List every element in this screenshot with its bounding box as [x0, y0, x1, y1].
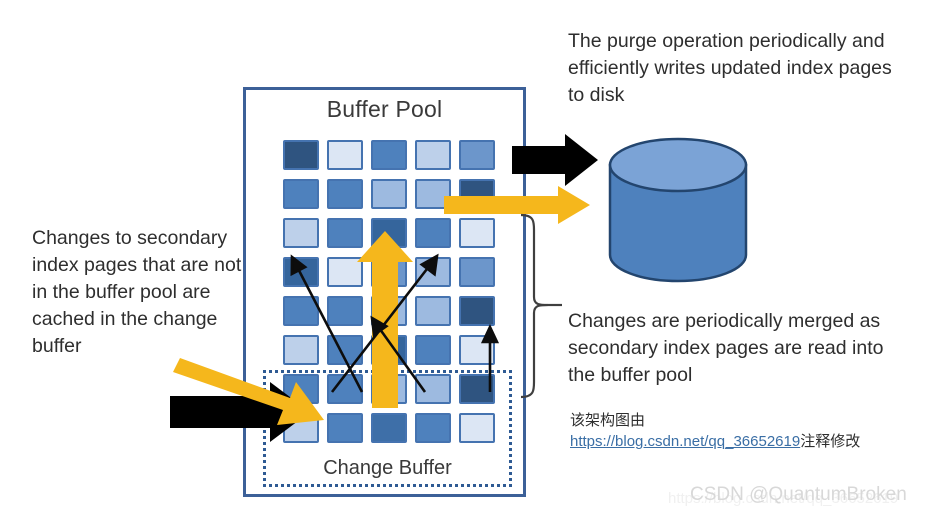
watermark-author: CSDN @QuantumBroken	[690, 484, 907, 505]
page-cell	[371, 218, 407, 248]
page-cell	[371, 257, 407, 287]
page-cell	[459, 257, 495, 287]
page-cell	[415, 179, 451, 209]
change-buffer-title: Change Buffer	[323, 457, 452, 479]
page-cell	[415, 218, 451, 248]
disk-cylinder-icon	[608, 137, 748, 283]
page-cell	[327, 140, 363, 170]
page-cell	[283, 296, 319, 326]
page-cell	[283, 140, 319, 170]
page-cell	[371, 335, 407, 365]
page-cell	[371, 296, 407, 326]
credit-suffix: 注释修改	[800, 433, 861, 450]
buffer-pool-title: Buffer Pool	[326, 96, 443, 122]
page-cell	[283, 218, 319, 248]
credit-link[interactable]: https://blog.csdn.net/qq_36652619	[570, 433, 800, 450]
page-cell	[459, 179, 495, 209]
page-cell	[327, 335, 363, 365]
credit-block: 该架构图由 https://blog.csdn.net/qq_36652619注…	[570, 410, 860, 452]
annotation-changes-cached: Changes to secondary index pages that ar…	[32, 227, 242, 357]
page-cell	[327, 179, 363, 209]
annotation-purge: The purge operation periodically and eff…	[568, 30, 892, 106]
page-cell	[459, 218, 495, 248]
page-cell	[415, 140, 451, 170]
page-cell	[415, 296, 451, 326]
page-cell	[371, 140, 407, 170]
page-cell	[371, 179, 407, 209]
credit-prefix: 该架构图由	[570, 412, 646, 429]
annotation-merged: Changes are periodically merged as secon…	[568, 310, 884, 386]
page-cell	[283, 257, 319, 287]
page-cell	[283, 335, 319, 365]
page-cell	[327, 218, 363, 248]
page-cell	[327, 257, 363, 287]
diagram-canvas: Buffer Pool Change Buffer The purge oper…	[0, 0, 937, 519]
page-cell	[459, 335, 495, 365]
page-cell	[415, 335, 451, 365]
page-cell	[459, 140, 495, 170]
page-cell	[459, 296, 495, 326]
page-cell	[415, 257, 451, 287]
page-cell	[327, 296, 363, 326]
page-cell	[283, 179, 319, 209]
merge-range-bracket	[520, 213, 562, 399]
